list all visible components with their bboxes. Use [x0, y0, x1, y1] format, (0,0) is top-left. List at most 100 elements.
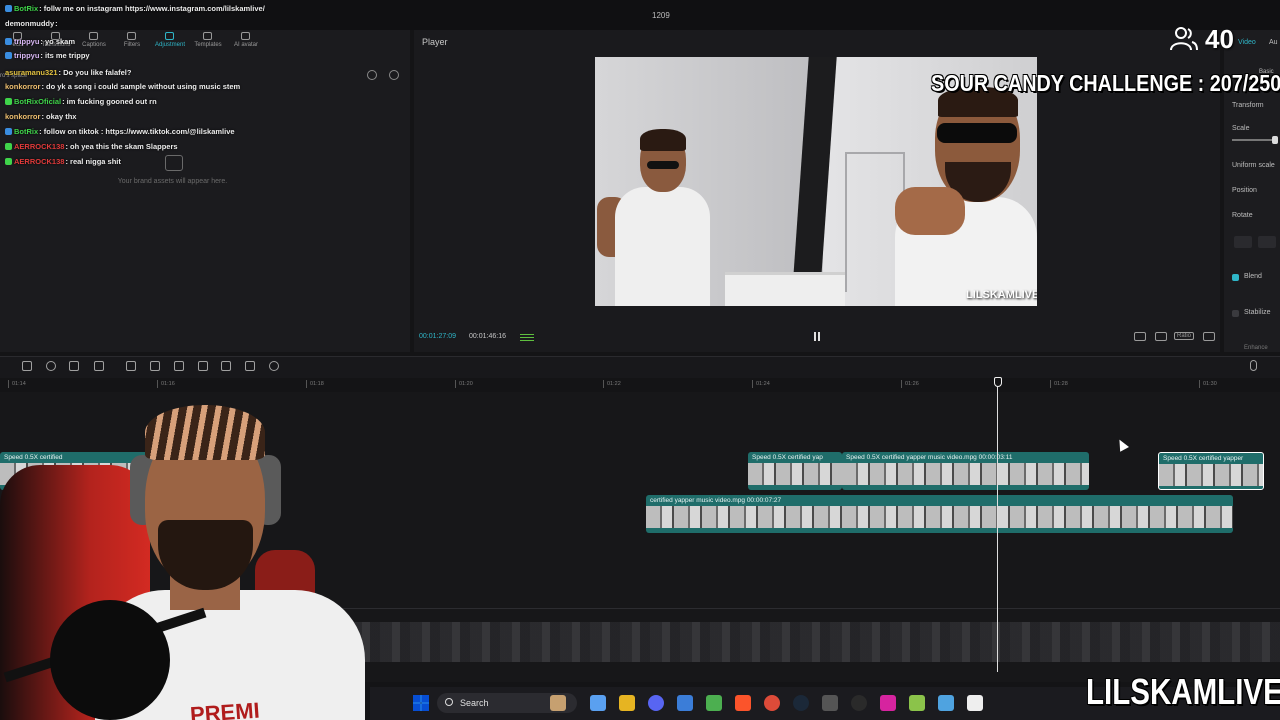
timeline-toolbar — [0, 356, 1280, 378]
export-frame-icon[interactable] — [245, 361, 255, 371]
search-label: Search — [460, 698, 489, 708]
video-person-glasses — [647, 161, 679, 169]
instagram-icon[interactable] — [880, 695, 896, 711]
video-person-hair — [640, 129, 686, 151]
chat-username[interactable]: BotRix — [14, 4, 38, 13]
settings-icon[interactable] — [389, 70, 399, 80]
shield-icon[interactable] — [46, 361, 56, 371]
video-person-glasses — [937, 123, 1017, 143]
ruler-tick: 01:20 — [455, 380, 473, 388]
widgets-icon[interactable] — [550, 695, 566, 711]
tab-adjustment[interactable]: Adjustment — [152, 31, 188, 55]
templates-icon — [203, 32, 212, 40]
smart-icon[interactable] — [269, 361, 279, 371]
tab-ai-avatar[interactable]: AI avatar — [228, 31, 264, 55]
video-person-hand — [895, 187, 965, 235]
viewer-count: 40 — [1205, 24, 1234, 54]
tab-filters[interactable]: Filters — [114, 31, 150, 55]
chat-message: asuramanu321: Do you like falafel? — [5, 68, 131, 77]
freeze-icon[interactable] — [126, 361, 136, 371]
pause-button[interactable] — [813, 332, 821, 342]
start-icon[interactable] — [413, 695, 429, 711]
player-title: Player — [422, 37, 448, 47]
file-explorer-icon[interactable] — [619, 695, 635, 711]
app-icon[interactable] — [822, 695, 838, 711]
fullscreen-icon[interactable] — [1203, 332, 1215, 341]
stabilize-checkbox[interactable] — [1232, 310, 1239, 317]
zoom-fit-icon[interactable] — [1155, 332, 1167, 341]
enhance-label: Enhance — [1244, 345, 1268, 351]
timeline-clip-selected[interactable]: Speed 0.5X certified yapper — [1158, 452, 1264, 490]
chat-username[interactable]: demonmuddy — [5, 19, 54, 28]
align-center-button[interactable] — [1258, 236, 1276, 248]
chat-username[interactable]: AERROCK138 — [14, 142, 64, 151]
ratio-button[interactable]: Ratio — [1174, 332, 1195, 340]
chat-username[interactable]: konkorror — [5, 82, 40, 91]
store-icon[interactable] — [677, 695, 693, 711]
chrome-icon[interactable] — [764, 695, 780, 711]
draw-icon[interactable] — [94, 361, 104, 371]
viewers-icon — [1170, 27, 1198, 51]
inspector-tab-audio[interactable]: Au — [1269, 39, 1278, 46]
chat-username[interactable]: trippyu — [14, 37, 39, 46]
stream-screen: 1209 ects Transitions Captions Filters A… — [0, 0, 1280, 720]
timeline-clip[interactable]: Speed 0.5X certified yapper music video.… — [842, 452, 1089, 490]
ruler-tick: 01:14 — [8, 380, 26, 388]
4k-icon[interactable] — [851, 695, 867, 711]
resize-icon[interactable] — [221, 361, 231, 371]
crop-icon[interactable] — [69, 361, 79, 371]
refresh-icon[interactable] — [367, 70, 377, 80]
chat-username[interactable]: BotRixOficial — [14, 97, 61, 106]
chat-text: : its me trippy — [40, 51, 90, 60]
scale-label: Scale — [1232, 125, 1250, 132]
copilot-icon[interactable] — [590, 695, 606, 711]
timeline-ruler[interactable] — [0, 378, 1280, 392]
chat-username[interactable]: BotRix — [14, 127, 38, 136]
tab-templates[interactable]: Templates — [190, 31, 226, 55]
chat-username[interactable]: asuramanu321 — [5, 68, 58, 77]
playhead-handle[interactable] — [994, 377, 1002, 387]
capcut-icon[interactable] — [967, 695, 983, 711]
delete-icon[interactable] — [22, 361, 32, 371]
media-panel — [0, 30, 410, 352]
app-icon[interactable] — [706, 695, 722, 711]
ruler-tick: 01:18 — [306, 380, 324, 388]
discord-icon[interactable] — [648, 695, 664, 711]
chat-badge-icon — [5, 143, 12, 150]
chat-text: : — [55, 19, 58, 28]
chat-text: : Do you like falafel? — [58, 68, 132, 77]
challenge-overlay: SOUR CANDY CHALLENGE : 207/250 — [931, 70, 1280, 96]
webcam-feed: PREMI — [0, 400, 365, 720]
chat-message: konkorror: okay thx — [5, 112, 76, 121]
chat-badge-icon — [5, 158, 12, 165]
video-sink — [725, 272, 845, 306]
app-icon[interactable] — [909, 695, 925, 711]
timeline-clip[interactable]: certified yapper music video.mpg 00:00:0… — [646, 495, 1233, 533]
playhead[interactable] — [997, 384, 998, 672]
timecode-current: 00:01:27:09 — [419, 333, 456, 340]
chat-username[interactable]: konkorror — [5, 112, 40, 121]
video-person-body — [615, 187, 710, 306]
mirror-icon[interactable] — [150, 361, 160, 371]
blend-checkbox[interactable] — [1232, 274, 1239, 281]
microphone-icon[interactable] — [1250, 360, 1257, 371]
quality-icon[interactable] — [1134, 332, 1146, 341]
chat-username[interactable]: AERROCK138 — [14, 157, 64, 166]
magic-icon[interactable] — [198, 361, 208, 371]
chat-username[interactable]: trippyu — [14, 51, 39, 60]
brave-icon[interactable] — [735, 695, 751, 711]
scale-slider-knob[interactable] — [1272, 136, 1278, 144]
main-track-clip[interactable] — [350, 622, 1280, 662]
timeline-clip[interactable]: Speed 0.5X certified yap — [748, 452, 842, 490]
captions-icon — [89, 32, 98, 40]
ruler-tick: 01:22 — [603, 380, 621, 388]
chat-message: BotRix: follow on tiktok : https://www.t… — [5, 127, 235, 136]
brand-assets-icon — [165, 155, 183, 171]
notepad-icon[interactable] — [938, 695, 954, 711]
transform-section[interactable]: Transform — [1232, 102, 1264, 109]
chat-badge-icon — [5, 38, 12, 45]
align-left-button[interactable] — [1234, 236, 1252, 248]
rotate-icon[interactable] — [174, 361, 184, 371]
inspector-tab-video[interactable]: Video — [1238, 39, 1256, 46]
steam-icon[interactable] — [793, 695, 809, 711]
